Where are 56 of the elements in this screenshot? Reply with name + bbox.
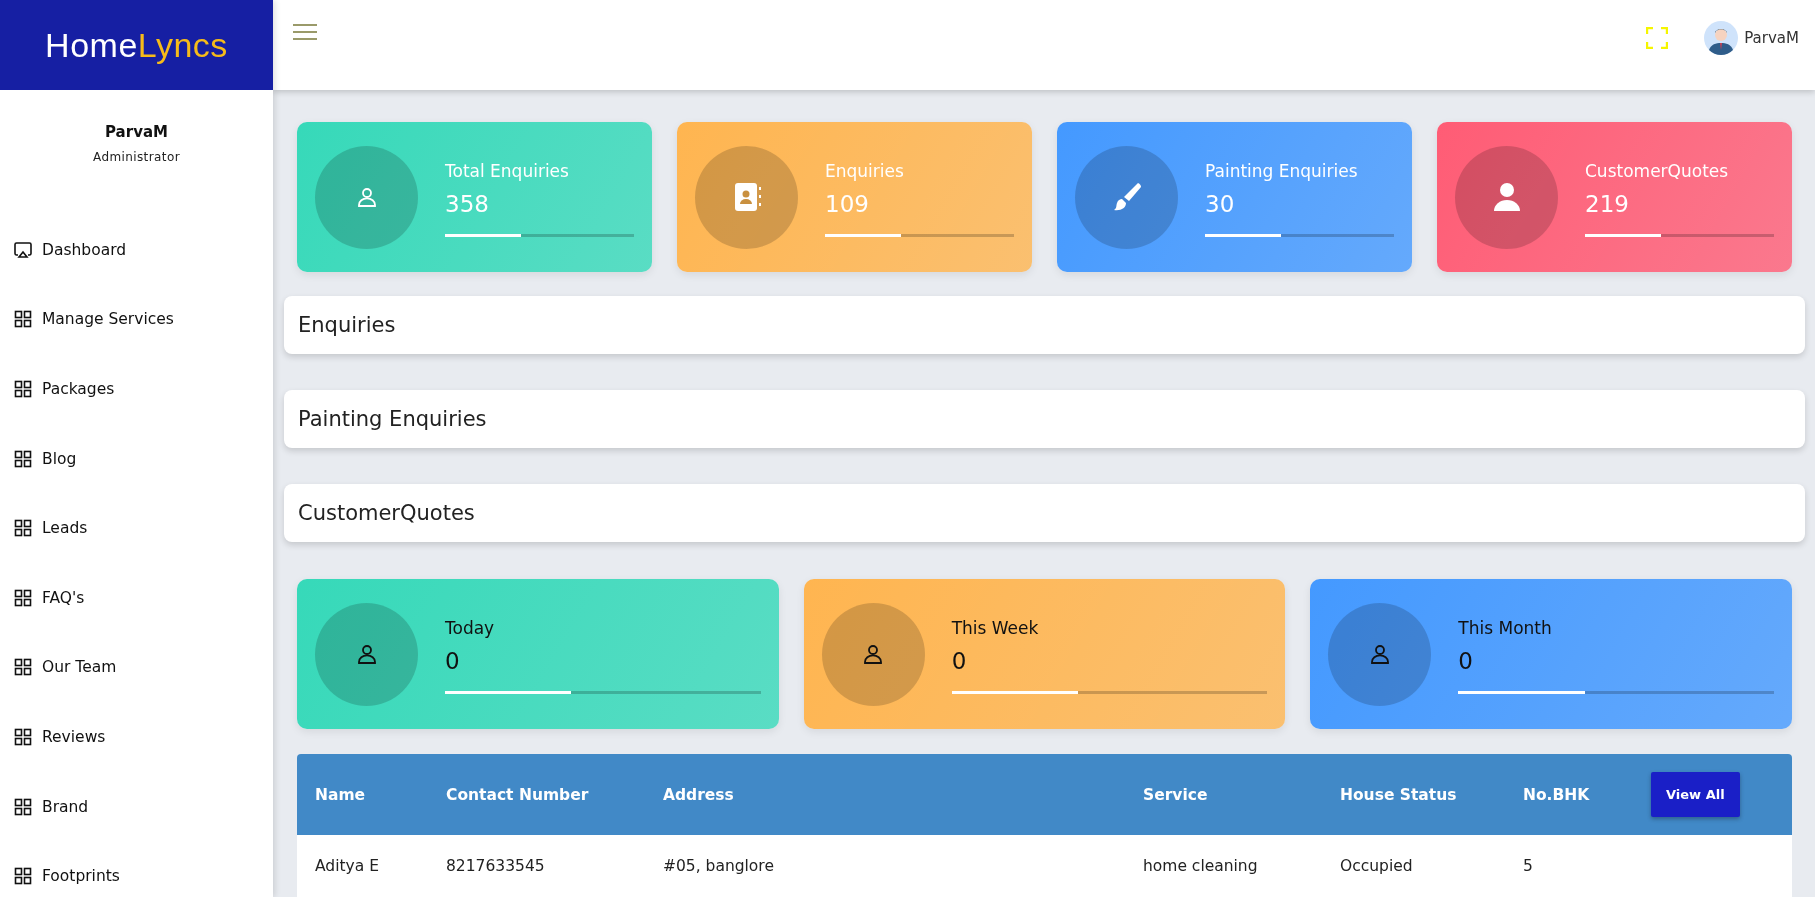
grid-icon: [13, 866, 33, 887]
card-title: This Week: [951, 618, 1040, 638]
table-cell-text: home cleaning: [1143, 857, 1259, 875]
monitor-icon: [13, 239, 33, 260]
section-title: Enquiries: [298, 313, 396, 337]
sidebar-item[interactable]: Dashboard: [0, 215, 273, 285]
card-value: 109: [825, 191, 870, 217]
column-header: Service: [1143, 785, 1209, 804]
column-header: Contact Number: [446, 785, 590, 804]
grid-icon: [13, 309, 33, 330]
grid-icon: [13, 657, 33, 678]
profile-role: Administrator: [92, 150, 181, 164]
card-title: This Month: [1458, 618, 1553, 638]
sidebar-item[interactable]: Manage Services: [0, 284, 273, 355]
column-header: House Status: [1340, 785, 1458, 804]
grid-icon: [13, 518, 33, 539]
card-title: CustomerQuotes: [1585, 161, 1730, 181]
menu-icon[interactable]: [293, 23, 317, 41]
logo: HomeLyncs: [45, 25, 228, 65]
card-value: 219: [1585, 191, 1630, 217]
sidebar-item[interactable]: Footprints: [0, 841, 273, 897]
sidebar-item[interactable]: Brand: [0, 771, 273, 842]
card-value: 0: [951, 648, 968, 674]
grid-icon: [13, 726, 33, 747]
table-cell-text: Occupied: [1340, 857, 1414, 875]
view-all-button[interactable]: View All: [1651, 772, 1740, 817]
grid-icon: [13, 587, 33, 608]
section-title: CustomerQuotes: [298, 501, 475, 525]
sidebar-item[interactable]: Our Team: [0, 632, 273, 703]
column-header: No.BHK: [1523, 785, 1591, 804]
column-header: Address: [663, 785, 735, 804]
card-value: 0: [445, 648, 461, 674]
table-cell-text: 8217633545: [446, 857, 546, 875]
column-header: Name: [315, 785, 367, 804]
table-cell-text: #05, banglore: [663, 857, 775, 875]
card-value: 0: [1458, 648, 1474, 674]
table-cell-text: 5: [1523, 857, 1534, 875]
card-value: 30: [1205, 191, 1236, 217]
card-title: Enquiries: [825, 161, 905, 181]
avatar-icon[interactable]: [1704, 21, 1739, 55]
grid-icon: [13, 796, 33, 817]
sidebar-item[interactable]: FAQ's: [0, 562, 273, 633]
card-title: Total Enquiries: [445, 161, 570, 181]
profile-name: ParvaM: [104, 123, 169, 141]
grid-icon: [13, 379, 33, 399]
sidebar-item[interactable]: Packages: [0, 354, 273, 424]
user-name[interactable]: ParvaM: [1744, 29, 1799, 47]
sidebar-item[interactable]: Leads: [0, 493, 273, 563]
grid-icon: [13, 448, 33, 469]
card-title: Painting Enquiries: [1205, 161, 1359, 181]
sidebar-item[interactable]: Reviews: [0, 702, 273, 772]
card-title: Today: [445, 618, 496, 638]
card-value: 358: [445, 191, 490, 217]
section-title: Painting Enquiries: [298, 407, 487, 431]
sidebar-item[interactable]: Blog: [0, 423, 273, 494]
table-cell-text: Aditya E: [315, 857, 380, 875]
